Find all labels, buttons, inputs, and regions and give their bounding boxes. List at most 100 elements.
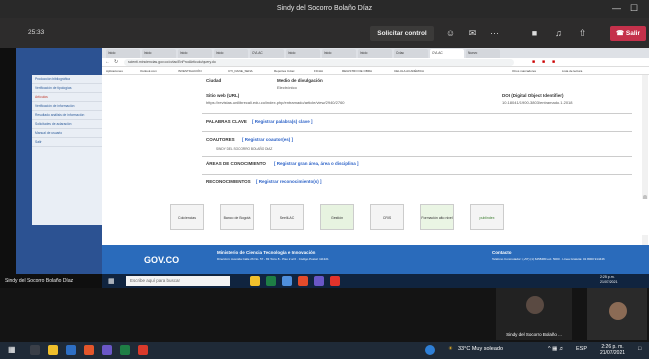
partner-logo[interactable]: Formación alto nivel: [420, 204, 454, 230]
doi-label: DOI (Digital Object Identifier): [502, 93, 564, 98]
browser-tab[interactable]: Inicio: [286, 49, 320, 58]
partner-logo[interactable]: CRIS: [370, 204, 404, 230]
tray-icons[interactable]: ^ ▦ ♬: [548, 346, 564, 352]
inner-clock-time: 2:25 p.m.: [600, 275, 615, 279]
taskbar-search[interactable]: Escribe aquí para buscar: [126, 276, 230, 286]
gov-co-logo[interactable]: GOV.CO: [144, 255, 179, 265]
contact-text: Teléfono Conmutador: (+57) (1) 6258480 e…: [492, 257, 605, 261]
register-keywords-link[interactable]: [ Registrar palabra(s) clave ]: [252, 119, 313, 124]
nav-item[interactable]: Verificación de información: [32, 102, 102, 111]
browser-tab[interactable]: Inicio: [322, 49, 356, 58]
inner-clock-date: 21/07/2021: [600, 280, 618, 284]
mail-icon[interactable]: [66, 345, 76, 355]
nav-item[interactable]: Verificación de tipologías: [32, 84, 102, 93]
request-control-button[interactable]: Solicitar control: [370, 26, 434, 41]
partner-logo[interactable]: publindex: [470, 204, 504, 230]
bookmark-item[interactable]: FICHA: [314, 69, 323, 73]
teams-icon[interactable]: [314, 276, 324, 286]
minimize-button[interactable]: —: [612, 3, 621, 13]
share-icon[interactable]: ⇧: [576, 27, 589, 39]
bookmark-item[interactable]: Reportes Cvlac: [274, 69, 295, 73]
browser-tab[interactable]: Inicio: [178, 49, 212, 58]
shared-windows-taskbar: ▦ Escribe aquí para buscar 2:25 p.m. 21/0…: [102, 274, 649, 288]
browser-tab[interactable]: CVLAC: [250, 49, 284, 58]
file-explorer-icon[interactable]: [250, 276, 260, 286]
partner-logo[interactable]: Colciencias: [170, 204, 204, 230]
self-view-tile[interactable]: [587, 288, 647, 340]
inner-clock: 2:25 p.m. 21/07/2021: [600, 275, 618, 285]
outlook-icon[interactable]: [282, 276, 292, 286]
nav-item[interactable]: Salir: [32, 138, 102, 147]
windows-start-icon[interactable]: ▦: [8, 345, 16, 354]
nav-item[interactable]: Manual de usuario: [32, 129, 102, 138]
nav-item[interactable]: Resultado análisis de información: [32, 111, 102, 120]
reload-icon[interactable]: ↻: [114, 59, 118, 65]
chrome-icon[interactable]: [84, 345, 94, 355]
bookmark-item[interactable]: INVESTIGACIÓN: [178, 69, 202, 73]
medio-value: Electrónico: [277, 85, 297, 90]
chat-icon[interactable]: ✉: [466, 27, 479, 39]
browser-tab[interactable]: Inicio: [214, 49, 248, 58]
browser-tab[interactable]: Cvlac: [394, 49, 428, 58]
bookmark-item[interactable]: REGISTRO DE OBRA: [342, 69, 372, 73]
camera-off-icon[interactable]: ■: [528, 27, 541, 39]
browser-tab[interactable]: Inicio: [106, 49, 140, 58]
extension-icon[interactable]: ■: [532, 59, 535, 65]
nav-item[interactable]: Producción bibliográfica: [32, 75, 102, 84]
extension-icon[interactable]: ■: [542, 59, 545, 65]
bookmark-item[interactable]: Outlook.com: [140, 69, 157, 73]
address-bar-row: ← ↻ scienti.minciencias.gov.co/cvlac/EnP…: [102, 58, 649, 67]
bookmark-item[interactable]: Lista de lectura: [562, 69, 582, 73]
sitio-value[interactable]: https://revistas.unilibrecali.edu.co/ind…: [206, 100, 345, 105]
language-indicator[interactable]: ESP: [576, 346, 587, 352]
windows-start-icon[interactable]: ▦: [108, 277, 115, 285]
nav-item[interactable]: Solicitudes de aclaración: [32, 120, 102, 129]
register-areas-link[interactable]: [ Registrar gran área, área o disciplina…: [274, 161, 359, 166]
excel-icon[interactable]: [120, 345, 130, 355]
partner-logo[interactable]: Gestión: [320, 204, 354, 230]
browser-tab[interactable]: Nuevo: [466, 49, 500, 58]
excel-icon[interactable]: [266, 276, 276, 286]
system-clock[interactable]: 2:26 p. m. 21/07/2021: [600, 344, 625, 356]
bookmark-item[interactable]: Otros marcadores: [512, 69, 536, 73]
chrome-icon[interactable]: [298, 276, 308, 286]
back-icon[interactable]: ←: [105, 59, 110, 65]
bookmark-item[interactable]: CELULA ACADÉMICA: [394, 69, 424, 73]
microphone-icon[interactable]: ♫: [552, 27, 565, 39]
browser-tab[interactable]: Inicio: [358, 49, 392, 58]
bookmark-item[interactable]: CTI_DANE_SENA: [228, 69, 253, 73]
partner-logo[interactable]: Banco de Bogotá: [220, 204, 254, 230]
window-title: Sindy del Socorro Bolaño Díaz: [276, 5, 373, 12]
partners-strip: Colciencias Banco de Bogotá SeeliLAC Ges…: [102, 199, 649, 235]
weather-text[interactable]: 33°C Muy soleado: [458, 346, 503, 352]
participant-tile[interactable]: Sindy del Socorro Bolaño ...: [496, 288, 572, 340]
register-coauthors-link[interactable]: [ Registrar coautor(es) ]: [242, 137, 293, 142]
url-field[interactable]: scienti.minciencias.gov.co/cvlac/EnProdA…: [124, 59, 514, 66]
notifications-icon[interactable]: □: [638, 346, 641, 352]
acrobat-icon[interactable]: [138, 345, 148, 355]
meeting-timer: 25:33: [28, 29, 45, 36]
browser-tab[interactable]: Inicio: [142, 49, 176, 58]
browser-window: Inicio Inicio Inicio Inicio CVLAC Inicio…: [102, 48, 649, 274]
bookmarks-bar: Aplicaciones Outlook.com INVESTIGACIÓN C…: [102, 67, 649, 75]
file-explorer-icon[interactable]: [48, 345, 58, 355]
acrobat-icon[interactable]: [330, 276, 340, 286]
presenter-label: Sindy del Socorro Bolaño Díaz: [0, 274, 102, 288]
browser-tab-active[interactable]: CVLAC: [430, 49, 464, 58]
task-view-icon[interactable]: [30, 345, 40, 355]
more-actions-button[interactable]: ···: [488, 27, 501, 39]
register-recognitions-link[interactable]: [ Registrar reconocimiento(s) ]: [256, 179, 322, 184]
extension-icon[interactable]: ■: [552, 59, 555, 65]
areas-label: ÁREAS DE CONOCIMIENTO: [206, 161, 266, 166]
partner-logo[interactable]: SeeliLAC: [270, 204, 304, 230]
edge-icon[interactable]: [425, 345, 435, 355]
participant-gallery: Sindy del Socorro Bolaño ...: [0, 288, 649, 342]
bookmark-item[interactable]: Aplicaciones: [106, 69, 123, 73]
meeting-toolbar: 25:33 Solicitar control ☺ ✉ ··· ■ ♫ ⇧ ☎ …: [0, 18, 649, 48]
teams-icon[interactable]: [102, 345, 112, 355]
leave-button[interactable]: ☎ Salir: [610, 26, 646, 41]
maximize-button[interactable]: ☐: [630, 3, 638, 14]
participants-icon[interactable]: ☺: [444, 27, 457, 39]
weather-icon[interactable]: ☀: [448, 346, 453, 352]
nav-item[interactable]: Artículos: [32, 93, 102, 102]
